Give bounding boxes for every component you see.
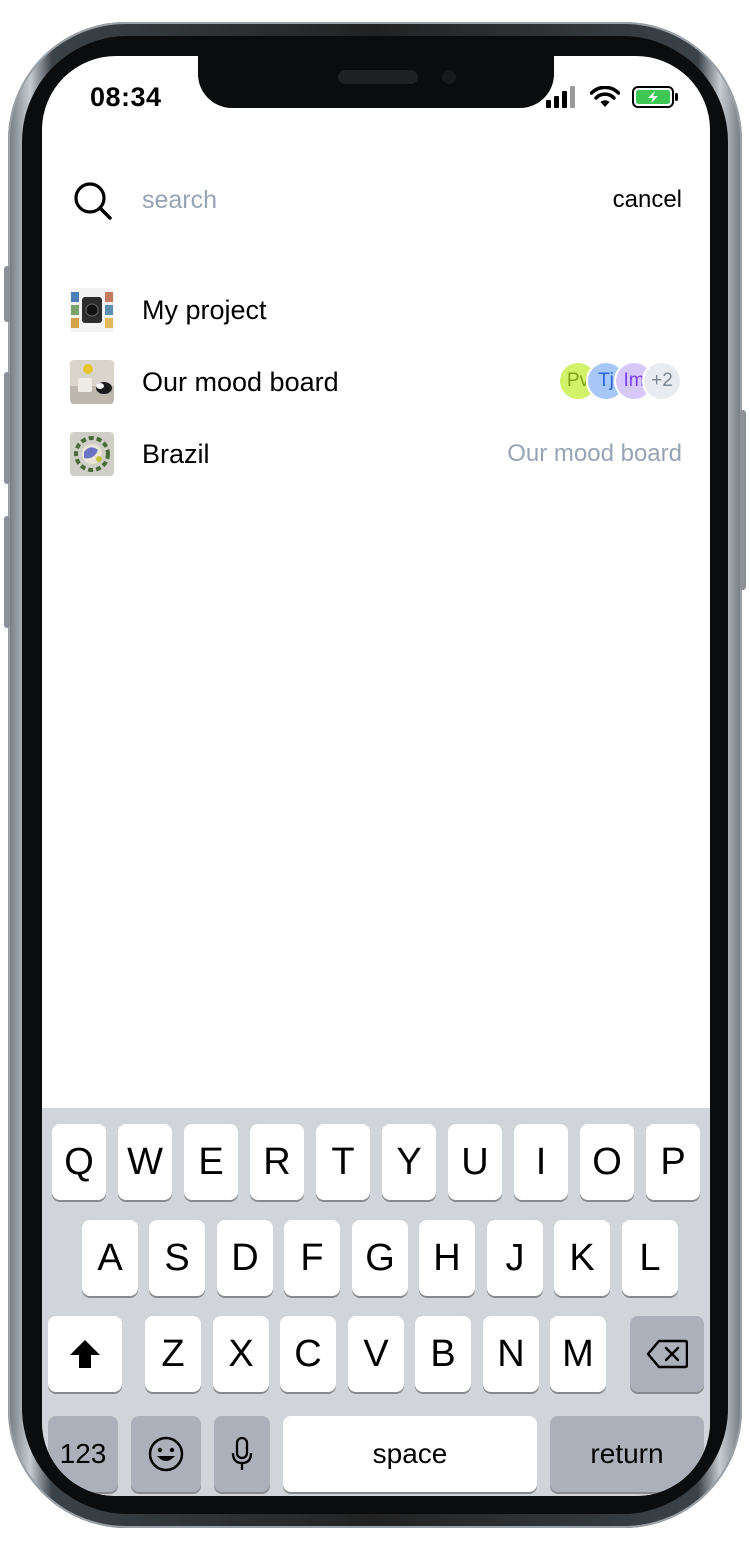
key-d[interactable]: D bbox=[217, 1220, 273, 1296]
key-k[interactable]: K bbox=[554, 1220, 610, 1296]
key-b[interactable]: B bbox=[415, 1316, 471, 1392]
emoji-icon bbox=[148, 1436, 184, 1472]
volume-up-button bbox=[4, 372, 10, 484]
volume-down-button bbox=[4, 516, 10, 628]
battery-charging-icon bbox=[632, 86, 678, 108]
key-m[interactable]: M bbox=[550, 1316, 606, 1392]
status-icons bbox=[546, 86, 680, 108]
cancel-button[interactable]: cancel bbox=[613, 186, 682, 214]
delete-key[interactable] bbox=[630, 1316, 704, 1392]
notch bbox=[198, 56, 554, 108]
microphone-icon bbox=[231, 1436, 253, 1470]
dictation-key[interactable] bbox=[214, 1416, 270, 1492]
key-e[interactable]: E bbox=[184, 1124, 238, 1200]
parent-board-label: Our mood board bbox=[507, 440, 682, 467]
result-item-brazil[interactable]: Brazil Our mood board bbox=[70, 418, 682, 490]
wifi-icon bbox=[590, 86, 620, 107]
status-time: 08:34 bbox=[90, 82, 162, 112]
key-g[interactable]: G bbox=[352, 1220, 408, 1296]
shift-icon bbox=[70, 1340, 100, 1368]
key-f[interactable]: F bbox=[284, 1220, 340, 1296]
key-l[interactable]: L bbox=[622, 1220, 678, 1296]
keyboard: Q W E R T Y U I O P A S D F G H J K L Z … bbox=[42, 1108, 710, 1496]
key-h[interactable]: H bbox=[419, 1220, 475, 1296]
result-title: My project bbox=[142, 294, 267, 325]
silent-switch bbox=[4, 266, 10, 322]
result-item-my-project[interactable]: My project bbox=[70, 274, 682, 346]
result-title: Brazil bbox=[142, 438, 210, 469]
collaborator-avatars[interactable]: Pv Tj Im +2 bbox=[558, 361, 682, 401]
key-i[interactable]: I bbox=[514, 1124, 568, 1200]
search-results: My project Our mood board Pv Tj Im +2 Br… bbox=[70, 274, 682, 490]
key-p[interactable]: P bbox=[646, 1124, 700, 1200]
emoji-key[interactable] bbox=[131, 1416, 201, 1492]
more-collaborators-badge: +2 bbox=[642, 361, 682, 401]
power-button bbox=[740, 410, 746, 590]
project-thumbnail bbox=[70, 288, 114, 332]
brazil-thumbnail bbox=[70, 432, 114, 476]
key-w[interactable]: W bbox=[118, 1124, 172, 1200]
search-icon bbox=[74, 182, 112, 220]
key-c[interactable]: C bbox=[280, 1316, 336, 1392]
backspace-icon bbox=[646, 1339, 688, 1369]
key-r[interactable]: R bbox=[250, 1124, 304, 1200]
key-x[interactable]: X bbox=[213, 1316, 269, 1392]
search-bar: cancel bbox=[72, 176, 682, 226]
return-key[interactable]: return bbox=[550, 1416, 704, 1492]
cellular-signal-icon bbox=[546, 86, 575, 108]
key-y[interactable]: Y bbox=[382, 1124, 436, 1200]
result-item-our-mood-board[interactable]: Our mood board Pv Tj Im +2 bbox=[70, 346, 682, 418]
space-key[interactable]: space bbox=[283, 1416, 537, 1492]
shift-key[interactable] bbox=[48, 1316, 122, 1392]
key-v[interactable]: V bbox=[348, 1316, 404, 1392]
key-n[interactable]: N bbox=[483, 1316, 539, 1392]
key-u[interactable]: U bbox=[448, 1124, 502, 1200]
key-s[interactable]: S bbox=[149, 1220, 205, 1296]
mood-board-thumbnail bbox=[70, 360, 114, 404]
search-input[interactable] bbox=[142, 176, 522, 224]
numbers-key[interactable]: 123 bbox=[48, 1416, 118, 1492]
key-o[interactable]: O bbox=[580, 1124, 634, 1200]
key-t[interactable]: T bbox=[316, 1124, 370, 1200]
result-title: Our mood board bbox=[142, 366, 339, 397]
key-a[interactable]: A bbox=[82, 1220, 138, 1296]
key-q[interactable]: Q bbox=[52, 1124, 106, 1200]
key-j[interactable]: J bbox=[487, 1220, 543, 1296]
key-z[interactable]: Z bbox=[145, 1316, 201, 1392]
screen: 08:34 cancel bbox=[42, 56, 710, 1496]
